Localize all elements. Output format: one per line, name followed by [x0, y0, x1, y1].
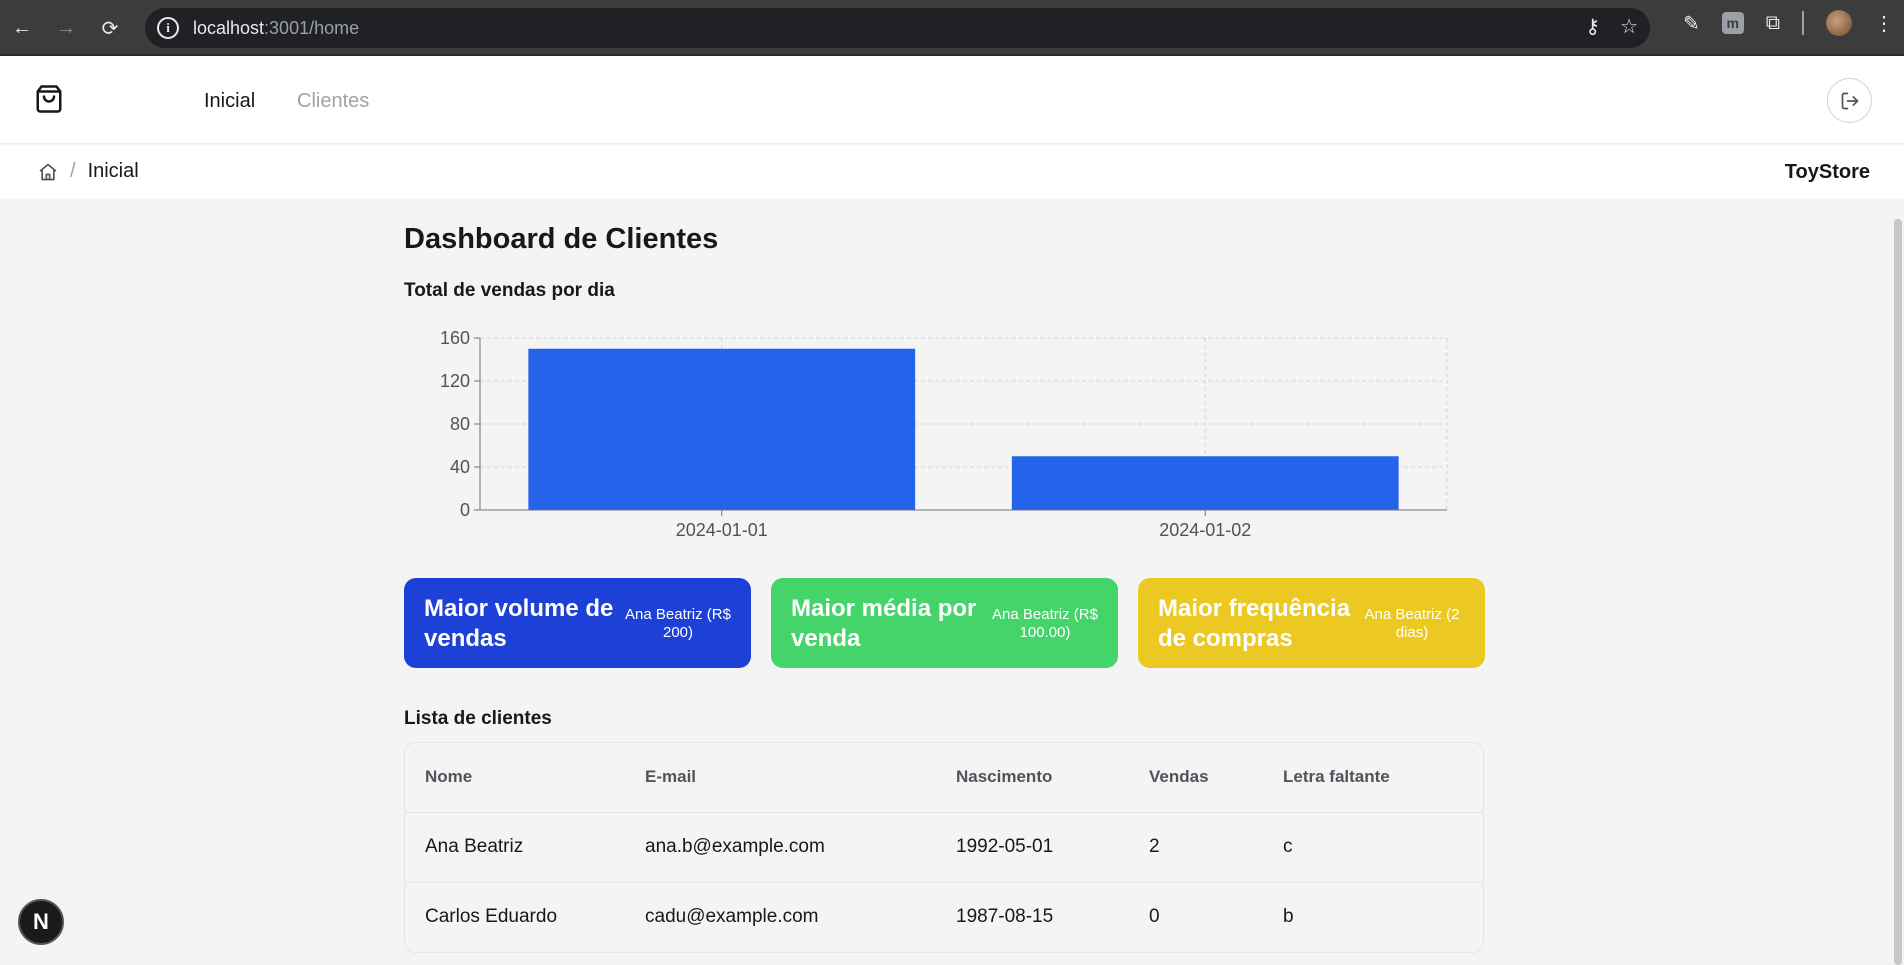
card-average-title: Maior média por venda — [791, 595, 977, 652]
column-header: Nascimento — [956, 743, 1149, 813]
x-tick-label: 2024-01-02 — [1159, 520, 1251, 540]
card-frequency: Maior frequência de compras Ana Beatriz … — [1138, 578, 1485, 668]
cell-sales: 0 — [1149, 906, 1160, 928]
logout-icon — [1841, 92, 1858, 109]
cell-birthdate: 1992-05-01 — [956, 812, 1149, 883]
key-icon[interactable]: ⚷ — [1585, 14, 1600, 39]
column-header: E-mail — [645, 743, 956, 813]
back-icon[interactable]: ← — [4, 10, 40, 46]
cell-missing-letter: c — [1283, 812, 1483, 883]
nextjs-dev-badge[interactable]: N — [18, 899, 64, 945]
browser-toolbar: ← → ⟳ i localhost:3001/home ⚷ ☆ ✎ m ⧉ ⋮ — [0, 0, 1904, 56]
url-host: localhost — [193, 17, 265, 38]
y-tick-label: 160 — [440, 328, 470, 348]
address-bar[interactable]: i localhost:3001/home ⚷ ☆ — [145, 8, 1650, 48]
url-path: :3001/home — [264, 17, 360, 38]
cell-email: ana.b@example.com — [645, 812, 956, 883]
cell-name: Ana Beatriz — [405, 812, 645, 883]
y-tick-label: 80 — [450, 414, 470, 434]
scrollbar-thumb[interactable] — [1894, 219, 1902, 965]
store-name: ToyStore — [1784, 161, 1870, 183]
cell-email: cadu@example.com — [645, 906, 819, 928]
logout-button[interactable] — [1827, 78, 1872, 123]
extensions-puzzle-icon[interactable]: ⧉ — [1766, 12, 1780, 35]
card-frequency-title: Maior frequência de compras — [1158, 595, 1351, 652]
page-title: Dashboard de Clientes — [404, 223, 719, 255]
column-header: Nome — [405, 743, 645, 813]
chart-svg: 0 40 80 120 160 2024-01-01 2024-01-02 — [440, 328, 1448, 540]
breadcrumb-separator: / — [70, 160, 76, 182]
forward-icon[interactable]: → — [48, 10, 84, 46]
y-tick-label: 0 — [460, 500, 470, 520]
column-header: Letra faltante — [1283, 743, 1483, 813]
cell-missing-letter: b — [1283, 906, 1294, 928]
reload-icon[interactable]: ⟳ — [92, 10, 128, 46]
kebab-menu-icon[interactable]: ⋮ — [1874, 11, 1894, 36]
toolbar-separator — [1802, 11, 1804, 35]
scrollbar[interactable] — [1892, 199, 1904, 965]
breadcrumb: / Inicial — [38, 160, 139, 183]
y-tick-label: 120 — [440, 371, 470, 391]
table-row: Carlos Eduardo cadu@example.com 1987-08-… — [405, 882, 1483, 952]
column-header: Vendas — [1149, 743, 1283, 813]
y-tick-label: 40 — [450, 457, 470, 477]
nav-link-clientes[interactable]: Clientes — [297, 90, 369, 113]
card-average: Maior média por venda Ana Beatriz (R$ 10… — [771, 578, 1118, 668]
cell-birthdate: 1987-08-15 — [956, 906, 1054, 928]
home-icon[interactable] — [38, 162, 58, 182]
breadcrumb-current: Inicial — [87, 160, 139, 182]
chart-title: Total de vendas por dia — [404, 280, 615, 301]
table-row: Ana Beatriz ana.b@example.com 1992-05-01… — [405, 812, 1483, 883]
x-tick-label: 2024-01-01 — [676, 520, 768, 540]
card-volume-title: Maior volume de vendas — [424, 595, 614, 652]
extension-m-icon[interactable]: m — [1721, 12, 1744, 34]
chart-bar — [528, 348, 916, 510]
eyedropper-icon[interactable]: ✎ — [1683, 11, 1700, 36]
clients-list-title: Lista de clientes — [404, 708, 552, 729]
sales-chart: 0 40 80 120 160 2024-01-01 2024-01-02 — [404, 319, 1484, 739]
shopping-bag-icon[interactable] — [34, 84, 64, 114]
app-header: Inicial Clientes — [0, 56, 1904, 144]
clients-table: Nome E-mail Nascimento Vendas Letra falt… — [404, 742, 1484, 953]
nav-link-inicial[interactable]: Inicial — [204, 90, 255, 113]
table-header-row: Nome E-mail Nascimento Vendas Letra falt… — [405, 743, 1483, 813]
cell-name: Carlos Eduardo — [425, 906, 558, 928]
site-info-icon[interactable]: i — [157, 17, 179, 39]
breadcrumb-bar: / Inicial ToyStore — [0, 145, 1904, 199]
card-volume: Maior volume de vendas Ana Beatriz (R$ 2… — [404, 578, 751, 668]
card-average-value: Ana Beatriz (R$ 100.00) — [992, 606, 1098, 641]
cell-sales: 2 — [1149, 812, 1283, 883]
card-frequency-value: Ana Beatriz (2 dias) — [1364, 606, 1460, 641]
chart-bar — [1011, 456, 1399, 510]
star-icon[interactable]: ☆ — [1620, 14, 1638, 39]
profile-avatar[interactable] — [1826, 10, 1852, 36]
stats-cards: Maior volume de vendas Ana Beatriz (R$ 2… — [404, 578, 1485, 668]
card-volume-value: Ana Beatriz (R$ 200) — [625, 606, 731, 641]
